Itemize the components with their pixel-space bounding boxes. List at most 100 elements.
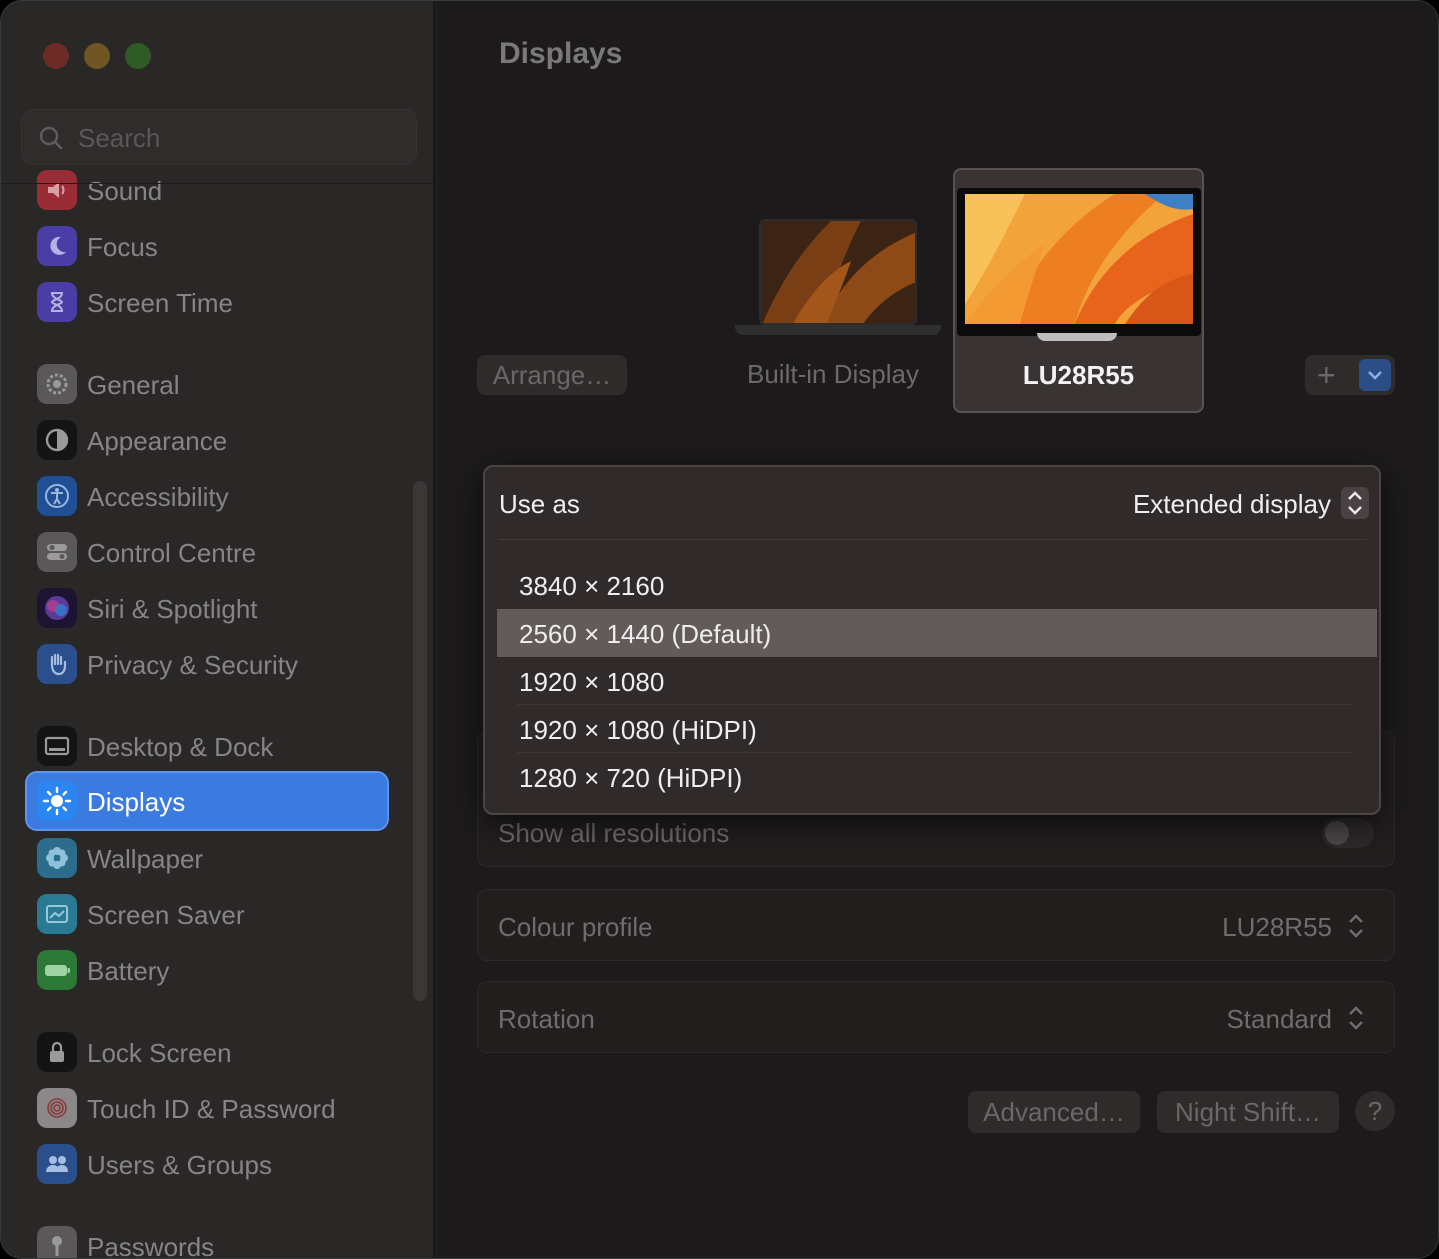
advanced-button[interactable]: Advanced… <box>968 1091 1140 1133</box>
sidebar: Sound Focus Screen Time General <box>1 1 435 1259</box>
sidebar-item-label: Touch ID & Password <box>87 1094 336 1124</box>
up-down-chevron-icon[interactable] <box>1341 487 1369 519</box>
show-all-resolutions-toggle[interactable] <box>1322 818 1374 848</box>
help-button[interactable]: ? <box>1355 1091 1395 1131</box>
sidebar-item-label: Passwords <box>87 1232 215 1259</box>
sidebar-item-label: Privacy & Security <box>87 650 298 680</box>
wallpaper-thumbnail <box>965 194 1193 324</box>
sidebar-item-touch-id-password[interactable]: Touch ID & Password <box>27 1080 387 1136</box>
resolution-option[interactable]: 1280 × 720 (HiDPI) <box>497 753 1377 801</box>
sidebar-item-label: Wallpaper <box>87 844 204 874</box>
add-display-button[interactable]: + <box>1317 357 1336 394</box>
monitor-stand <box>1037 333 1117 341</box>
sidebar-item-siri-spotlight[interactable]: Siri & Spotlight <box>27 580 387 636</box>
resolution-popup: Use as Extended display 3840 × 2160 2560… <box>483 465 1381 815</box>
sidebar-item-appearance[interactable]: Appearance <box>27 412 387 468</box>
resolution-option[interactable]: 3840 × 2160 <box>497 561 1377 609</box>
resolution-list: 3840 × 2160 2560 × 1440 (Default) 1920 ×… <box>497 561 1377 801</box>
use-as-value[interactable]: Extended display <box>1133 489 1331 520</box>
colour-profile-row[interactable]: Colour profile LU28R55 <box>477 889 1395 961</box>
sidebar-item-users-groups[interactable]: Users & Groups <box>27 1136 387 1192</box>
sidebar-item-label: Screen Time <box>87 288 233 318</box>
sun-icon <box>37 781 77 821</box>
colour-profile-value[interactable]: LU28R55 <box>1222 912 1332 943</box>
gear-icon <box>37 364 77 404</box>
sidebar-item-label: General <box>87 370 180 400</box>
accessibility-icon <box>37 476 77 516</box>
sidebar-item-screen-time[interactable]: Screen Time <box>27 274 387 330</box>
rotation-label: Rotation <box>498 1004 595 1034</box>
page-title: Displays <box>499 37 623 70</box>
sidebar-item-battery[interactable]: Battery <box>27 942 387 998</box>
sidebar-item-sound[interactable]: Sound <box>27 162 387 218</box>
show-all-resolutions-label: Show all resolutions <box>498 818 730 848</box>
speaker-icon <box>37 170 77 210</box>
external-display-card[interactable]: LU28R55 <box>953 168 1204 413</box>
sidebar-list: Sound Focus Screen Time General Appearan… <box>1 1 433 1259</box>
built-in-display-thumbnail[interactable] <box>735 213 941 337</box>
sidebar-item-lock-screen[interactable]: Lock Screen <box>27 1024 387 1080</box>
resolution-option-label: 1920 × 1080 <box>519 667 665 697</box>
sidebar-item-label: Screen Saver <box>87 900 245 930</box>
screensaver-icon <box>37 894 77 934</box>
monitor-thumbnail <box>957 188 1201 336</box>
flower-icon <box>37 838 77 878</box>
night-shift-button[interactable]: Night Shift… <box>1157 1091 1339 1133</box>
settings-window: Sound Focus Screen Time General <box>0 0 1439 1259</box>
sidebar-item-label: Sound <box>87 176 163 206</box>
laptop-screen <box>759 219 917 325</box>
sidebar-item-privacy-security[interactable]: Privacy & Security <box>27 636 387 692</box>
external-display-label: LU28R55 <box>1022 360 1135 390</box>
sidebar-item-general[interactable]: General <box>27 356 387 412</box>
sidebar-item-accessibility[interactable]: Accessibility <box>27 468 387 524</box>
sidebar-item-label: Battery <box>87 956 170 986</box>
appearance-icon <box>37 420 77 460</box>
resolution-option[interactable]: 1920 × 1080 <box>497 657 1377 705</box>
fingerprint-icon <box>37 1088 77 1128</box>
sidebar-item-wallpaper[interactable]: Wallpaper <box>27 830 387 886</box>
sidebar-scrollbar[interactable] <box>413 481 427 1001</box>
chevron-down-icon[interactable] <box>1359 359 1391 391</box>
hourglass-icon <box>37 282 77 322</box>
sidebar-item-label: Control Centre <box>87 538 257 568</box>
resolution-option-label: 2560 × 1440 (Default) <box>519 619 772 649</box>
lock-icon <box>37 1032 77 1072</box>
up-down-chevron-icon[interactable] <box>1344 1002 1368 1034</box>
resolution-option-label: 1920 × 1080 (HiDPI) <box>519 715 757 745</box>
rotation-value[interactable]: Standard <box>1226 1004 1332 1035</box>
rotation-row[interactable]: Rotation Standard <box>477 981 1395 1053</box>
sidebar-item-desktop-dock[interactable]: Desktop & Dock <box>27 718 387 774</box>
sidebar-item-displays[interactable]: Displays <box>27 773 387 829</box>
resolution-option[interactable]: 1920 × 1080 (HiDPI) <box>497 705 1377 753</box>
sidebar-item-label: Lock Screen <box>87 1038 232 1068</box>
sidebar-item-label: Appearance <box>87 426 228 456</box>
popup-divider <box>499 539 1367 540</box>
built-in-display-label[interactable]: Built-in Display <box>747 359 919 390</box>
sidebar-item-screen-saver[interactable]: Screen Saver <box>27 886 387 942</box>
sidebar-item-label: Users & Groups <box>87 1150 272 1180</box>
laptop-base <box>735 325 941 335</box>
key-icon <box>37 1226 77 1258</box>
siri-icon <box>37 588 77 628</box>
sidebar-item-label: Siri & Spotlight <box>87 594 258 624</box>
sidebar-item-label: Focus <box>87 232 158 262</box>
sidebar-item-focus[interactable]: Focus <box>27 218 387 274</box>
dock-icon <box>37 726 77 766</box>
sidebar-item-passwords[interactable]: Passwords <box>27 1218 387 1259</box>
sidebar-item-label: Displays <box>87 787 186 817</box>
resolution-option-selected[interactable]: 2560 × 1440 (Default) <box>497 609 1377 657</box>
moon-icon <box>37 226 77 266</box>
add-display-control[interactable]: + <box>1305 355 1395 395</box>
users-icon <box>37 1144 77 1184</box>
wallpaper-thumbnail <box>761 221 915 323</box>
toggles-icon <box>37 532 77 572</box>
sidebar-item-label: Desktop & Dock <box>87 732 274 762</box>
sidebar-item-control-centre[interactable]: Control Centre <box>27 524 387 580</box>
resolution-option-label: 1280 × 720 (HiDPI) <box>519 763 743 793</box>
battery-icon <box>37 950 77 990</box>
sidebar-item-label: Accessibility <box>87 482 229 512</box>
arrange-button[interactable]: Arrange… <box>477 355 627 395</box>
up-down-chevron-icon[interactable] <box>1344 910 1368 942</box>
toggle-knob <box>1325 821 1349 845</box>
use-as-label: Use as <box>499 489 580 519</box>
